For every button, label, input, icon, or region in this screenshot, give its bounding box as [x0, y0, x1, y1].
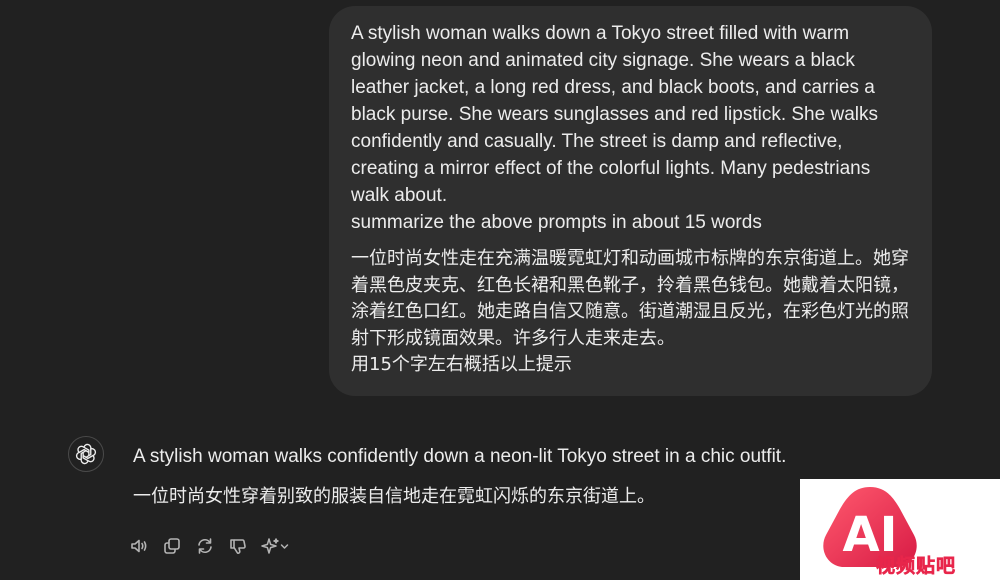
user-message-line: creating a mirror effect of the colorful…: [351, 158, 871, 179]
user-message-bubble: A stylish woman walks down a Tokyo stree…: [329, 6, 932, 396]
user-message-line: walk about.: [351, 185, 448, 206]
user-message-line: black purse. She wears sunglasses and re…: [351, 104, 878, 125]
user-message-english: A stylish woman walks down a Tokyo stree…: [351, 20, 912, 236]
refresh-icon: [198, 538, 212, 554]
user-message-line: 一位时尚女性走在充满温暖霓虹灯和动画城市标牌的东京街道上。她穿: [351, 248, 909, 269]
read-aloud-button[interactable]: [128, 535, 150, 557]
watermark-caption: 视频贴吧: [876, 555, 957, 578]
model-switch-button[interactable]: [260, 535, 292, 557]
user-message-line: leather jacket, a long red dress, and bl…: [351, 77, 875, 98]
user-message-line: 用15个字左右概括以上提示: [351, 354, 572, 375]
user-message-line: A stylish woman walks down a Tokyo stree…: [351, 23, 850, 44]
message-actions: [128, 533, 303, 559]
copy-button[interactable]: [161, 535, 183, 557]
user-message-line: confidently and casually. The street is …: [351, 131, 843, 152]
thumbs-down-button[interactable]: [227, 535, 249, 557]
openai-logo-icon: [68, 436, 104, 472]
sparkle-chevron-icon: [261, 538, 289, 554]
chat-page: A stylish woman walks down a Tokyo stree…: [0, 0, 1000, 580]
user-message-line: 涂着红色口红。她走路自信又随意。街道潮湿且反光，在彩色灯光的照: [351, 301, 909, 322]
thumbs-down-icon: [230, 539, 246, 554]
user-message-line: glowing neon and animated city signage. …: [351, 50, 855, 71]
watermark-logo: AI 视频贴吧: [800, 479, 1000, 580]
user-message-line: summarize the above prompts in about 15 …: [351, 212, 762, 233]
assistant-message-english: A stylish woman walks confidently down a…: [133, 446, 787, 467]
assistant-message-chinese: 一位时尚女性穿着别致的服装自信地走在霓虹闪烁的东京街道上。: [133, 486, 655, 507]
regenerate-button[interactable]: [194, 535, 216, 557]
copy-icon: [164, 538, 180, 554]
user-message-chinese: 一位时尚女性走在充满温暖霓虹灯和动画城市标牌的东京街道上。她穿 着黑色皮夹克、红…: [351, 246, 912, 379]
user-message-line: 着黑色皮夹克、红色长裙和黑色靴子，拎着黑色钱包。她戴着太阳镜，: [351, 274, 909, 296]
speaker-icon: [131, 539, 147, 553]
assistant-message: A stylish woman walks confidently down a…: [133, 443, 833, 510]
user-message-line: 射下形成镜面效果。许多行人走来走去。: [351, 327, 675, 349]
